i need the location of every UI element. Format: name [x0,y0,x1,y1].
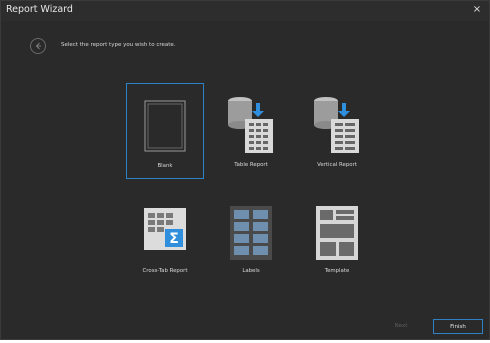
instruction-text: Select the report type you wish to creat… [61,42,176,48]
report-type-template[interactable]: Template [298,193,376,289]
window-title: Report Wizard [6,4,73,15]
finish-button[interactable]: Finish [433,319,483,334]
next-button[interactable]: Next [376,319,426,334]
svg-text:Σ: Σ [169,231,179,247]
cross-tab-report-icon: Σ [144,208,186,250]
report-type-label: Blank [157,163,173,169]
labels-icon [230,206,272,260]
report-type-blank[interactable]: Blank [126,83,204,179]
wizard-header: Select the report type you wish to creat… [1,21,489,57]
report-type-labels[interactable]: Labels [212,193,290,289]
blank-report-icon [144,100,186,152]
report-type-cross-tab-report[interactable]: Σ Cross-Tab Report [126,193,204,289]
report-type-label: Cross-Tab Report [142,268,188,274]
close-icon[interactable]: × [469,2,485,18]
report-type-vertical-report[interactable]: Vertical Report [298,83,376,179]
vertical-report-icon [314,97,359,153]
report-type-label: Labels [242,268,260,274]
arrow-left-icon [35,42,41,50]
report-type-label: Vertical Report [317,162,357,168]
back-button[interactable] [30,38,46,54]
report-type-table-report[interactable]: Table Report [212,83,290,179]
title-bar: Report Wizard × [1,1,489,21]
table-report-icon [228,97,273,153]
report-wizard-window: Report Wizard × Select the report type y… [0,0,490,340]
report-type-label: Template [324,268,350,274]
report-type-label: Table Report [234,162,268,168]
template-icon [316,206,358,260]
